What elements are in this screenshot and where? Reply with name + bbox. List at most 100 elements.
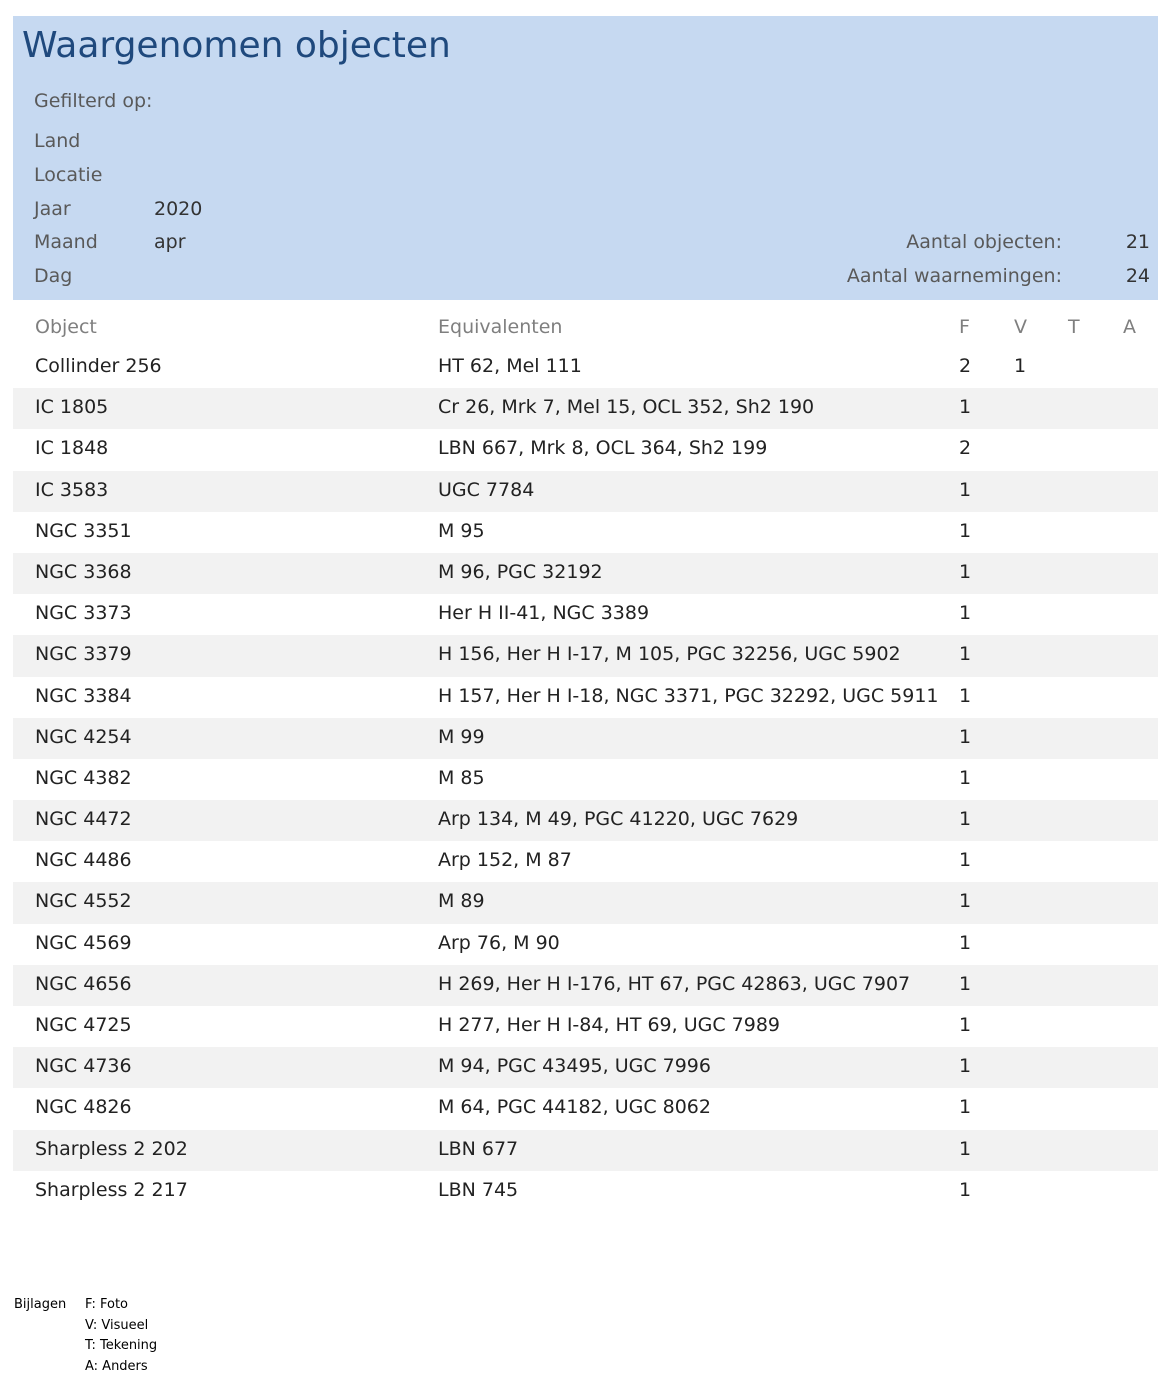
legend-items: F: Foto V: Visueel T: Tekening A: Anders — [85, 1297, 157, 1379]
cell-equivalents: M 94, PGC 43495, UGC 7996 — [438, 1055, 711, 1078]
cell-f: 1 — [959, 1096, 972, 1119]
table-row: NGC 3384 H 157, Her H I-18, NGC 3371, PGC… — [13, 677, 1158, 718]
cell-f: 2 — [959, 437, 972, 460]
stat-value-objects: 21 — [1125, 231, 1150, 253]
table-row: IC 3583 UGC 7784 1 — [13, 470, 1158, 512]
cell-f: 1 — [959, 931, 972, 954]
filter-key: Dag — [34, 265, 73, 287]
cell-f: 1 — [959, 1137, 972, 1160]
column-header-a: A — [1123, 316, 1136, 338]
legend-item: T: Tekening — [85, 1338, 158, 1353]
table-header: Object Equivalenten F V T A — [13, 316, 1158, 342]
legend-item: A: Anders — [85, 1358, 148, 1374]
cell-object: NGC 4656 — [35, 972, 132, 995]
cell-f: 1 — [959, 396, 972, 419]
cell-equivalents: HT 62, Mel 111 — [438, 355, 582, 377]
cell-object: IC 3583 — [35, 478, 109, 501]
cell-object: NGC 4382 — [35, 766, 132, 789]
cell-equivalents: LBN 745 — [438, 1178, 519, 1201]
cell-f: 1 — [959, 519, 972, 542]
cell-f: 1 — [959, 643, 972, 666]
cell-f: 2 — [959, 355, 972, 377]
cell-equivalents: Arp 76, M 90 — [438, 931, 560, 954]
cell-object: NGC 4736 — [35, 1055, 132, 1078]
cell-equivalents: Arp 152, M 87 — [438, 849, 572, 872]
cell-f: 1 — [959, 972, 972, 995]
stat-label-objects: Aantal objecten: — [906, 231, 1062, 253]
table-row: NGC 3368 M 96, PGC 32192 1 — [13, 552, 1158, 595]
cell-v: 1 — [1014, 355, 1027, 377]
stat-label-observations: Aantal waarnemingen: — [846, 265, 1062, 287]
cell-object: NGC 4725 — [35, 1014, 132, 1036]
cell-object: Collinder 256 — [35, 355, 162, 377]
table-row: NGC 4472 Arp 134, M 49, PGC 41220, UGC 76… — [13, 800, 1158, 842]
cell-equivalents: Arp 134, M 49, PGC 41220, UGC 7629 — [438, 808, 799, 831]
cell-equivalents: Cr 26, Mrk 7, Mel 15, OCL 352, Sh2 190 — [438, 396, 815, 419]
cell-object: NGC 4826 — [35, 1096, 132, 1119]
table-row: NGC 3379 H 156, Her H I-17, M 105, PGC 32… — [13, 635, 1158, 677]
legend-item: V: Visueel — [85, 1317, 149, 1333]
table-row: NGC 4382 M 85 1 — [13, 759, 1158, 800]
table-row: NGC 4656 H 269, Her H I-176, HT 67, PGC 4… — [13, 964, 1158, 1006]
table-row: IC 1848 LBN 667, Mrk 8, OCL 364, Sh2 199 2 — [13, 429, 1158, 470]
table-row: NGC 3373 Her H II-41, NGC 3389 1 — [13, 594, 1158, 635]
cell-object: IC 1848 — [35, 437, 109, 460]
cell-equivalents: M 64, PGC 44182, UGC 8062 — [438, 1096, 711, 1119]
filter-key: Locatie — [34, 164, 103, 186]
cell-f: 1 — [959, 1014, 972, 1036]
cell-object: NGC 4486 — [35, 849, 132, 872]
report-header: Waargenomen objecten Gefilterd op: Land … — [13, 16, 1158, 300]
cell-f: 1 — [959, 478, 972, 501]
cell-object: Sharpless 2 217 — [35, 1178, 188, 1201]
cell-object: NGC 3384 — [35, 684, 132, 707]
table-row: IC 1805 Cr 26, Mrk 7, Mel 15, OCL 352, Sh… — [13, 388, 1158, 430]
filter-row-jaar: Jaar 2020 — [13, 198, 1158, 232]
cell-equivalents: LBN 667, Mrk 8, OCL 364, Sh2 199 — [438, 437, 768, 460]
cell-equivalents: H 157, Her H I-18, NGC 3371, PGC 32292, … — [438, 684, 939, 707]
cell-equivalents: H 269, Her H I-176, HT 67, PGC 42863, UG… — [438, 972, 911, 995]
cell-object: NGC 3368 — [35, 560, 132, 583]
table-row: NGC 4569 Arp 76, M 90 1 — [13, 924, 1158, 965]
column-header-object: Object — [35, 316, 97, 338]
cell-object: NGC 3379 — [35, 643, 132, 666]
table-row: NGC 3351 M 95 1 — [13, 512, 1158, 553]
cell-f: 1 — [959, 684, 972, 707]
cell-equivalents: M 99 — [438, 725, 485, 748]
cell-f: 1 — [959, 1178, 972, 1201]
column-header-f: F — [959, 316, 970, 338]
cell-equivalents: LBN 677 — [438, 1137, 519, 1160]
filter-row-locatie: Locatie — [13, 164, 1158, 198]
objects-table: Collinder 256 HT 62, Mel 111 2 1 IC 1805 Cr 2… — [13, 347, 1158, 1212]
column-header-v: V — [1014, 316, 1027, 338]
filter-row-land: Land — [13, 130, 1158, 164]
cell-object: NGC 3351 — [35, 519, 132, 542]
cell-object: NGC 4254 — [35, 725, 132, 748]
cell-equivalents: M 95 — [438, 519, 485, 542]
cell-object: NGC 3373 — [35, 602, 132, 625]
cell-f: 1 — [959, 808, 972, 831]
cell-equivalents: Her H II-41, NGC 3389 — [438, 602, 650, 625]
table-row: Sharpless 2 217 LBN 745 1 — [13, 1171, 1158, 1212]
cell-equivalents: H 277, Her H I-84, HT 69, UGC 7989 — [438, 1014, 781, 1036]
filter-label: Gefilterd op: — [34, 90, 153, 112]
cell-equivalents: M 89 — [438, 890, 485, 913]
cell-equivalents: UGC 7784 — [438, 478, 535, 501]
page-title: Waargenomen objecten — [22, 25, 451, 66]
legend-item: F: Foto — [85, 1297, 128, 1312]
legend-title: Bijlagen — [14, 1297, 67, 1312]
table-row: NGC 4725 H 277, Her H I-84, HT 69, UGC 79… — [13, 1006, 1158, 1047]
filter-key: Jaar — [34, 198, 71, 220]
table-row: NGC 4486 Arp 152, M 87 1 — [13, 841, 1158, 882]
cell-f: 1 — [959, 766, 972, 789]
column-header-t: T — [1068, 316, 1080, 338]
table-row: NGC 4826 M 64, PGC 44182, UGC 8062 1 — [13, 1088, 1158, 1129]
cell-equivalents: H 156, Her H I-17, M 105, PGC 32256, UGC… — [438, 643, 901, 666]
column-header-equivalents: Equivalenten — [438, 316, 563, 338]
cell-object: NGC 4569 — [35, 931, 132, 954]
cell-equivalents: M 85 — [438, 766, 485, 789]
cell-object: IC 1805 — [35, 396, 109, 419]
cell-equivalents: M 96, PGC 32192 — [438, 560, 603, 583]
table-row: Sharpless 2 202 LBN 677 1 — [13, 1129, 1158, 1171]
cell-f: 1 — [959, 849, 972, 872]
cell-f: 1 — [959, 602, 972, 625]
